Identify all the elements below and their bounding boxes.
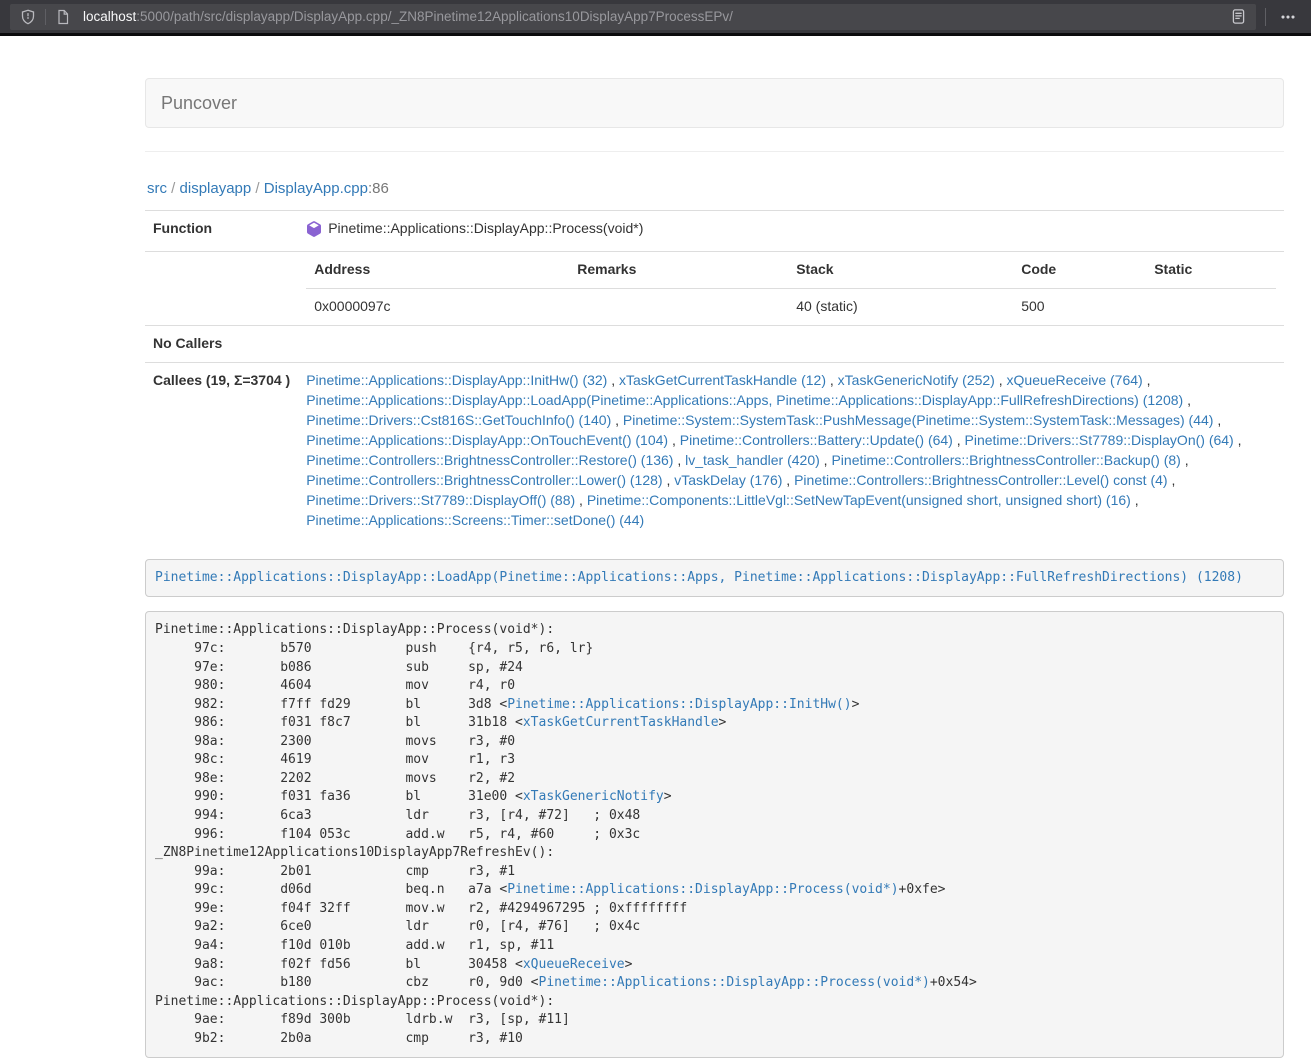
breadcrumb-separator: / [251, 180, 264, 197]
url-path: :5000/path/src/displayapp/DisplayApp.cpp… [136, 9, 733, 24]
brand-link[interactable]: Puncover [146, 93, 252, 113]
callee-link[interactable]: lv_task_handler (420) [685, 452, 820, 468]
breadcrumb-separator: / [167, 180, 180, 197]
stats-header-row: Address Remarks Stack Code Static [306, 252, 1276, 288]
static-value [1146, 288, 1276, 324]
callee-link[interactable]: xTaskGetCurrentTaskHandle (12) [619, 372, 826, 388]
callee-link[interactable]: Pinetime::Drivers::St7789::DisplayOff() … [306, 492, 575, 508]
asm-symbol-link[interactable]: xTaskGetCurrentTaskHandle [523, 715, 719, 730]
callee-link[interactable]: xQueueReceive (764) [1007, 372, 1143, 388]
table-row: No Callers [145, 325, 1284, 362]
url-text[interactable]: localhost:5000/path/src/displayapp/Displ… [83, 9, 1225, 24]
callees-cell: Pinetime::Applications::DisplayApp::Init… [298, 362, 1284, 538]
url-host: localhost [83, 9, 136, 24]
callee-link[interactable]: Pinetime::Controllers::BrightnessControl… [794, 472, 1167, 488]
col-code: Code [1013, 252, 1146, 288]
toolbar-divider [1265, 8, 1266, 26]
breadcrumb: src / displayapp / DisplayApp.cpp:86 [147, 180, 1284, 197]
col-remarks: Remarks [569, 252, 788, 288]
no-callers-label: No Callers [145, 325, 298, 362]
url-bar[interactable]: localhost:5000/path/src/displayapp/Displ… [10, 4, 1256, 30]
callee-link[interactable]: Pinetime::Applications::DisplayApp::OnTo… [306, 432, 668, 448]
navbar: Puncover [145, 78, 1284, 128]
callee-link[interactable]: Pinetime::Controllers::BrightnessControl… [306, 452, 673, 468]
overflow-menu-icon[interactable] [1275, 6, 1301, 28]
address-value: 0x0000097c [306, 288, 569, 324]
table-row: Function Pinetime::Applications::Display… [145, 211, 1284, 252]
assembly-listing: Pinetime::Applications::DisplayApp::Proc… [145, 611, 1284, 1058]
callee-link[interactable]: Pinetime::Drivers::Cst816S::GetTouchInfo… [306, 412, 611, 428]
callee-link[interactable]: xTaskGenericNotify (252) [838, 372, 995, 388]
reader-mode-icon[interactable] [1225, 6, 1251, 28]
asm-symbol-link[interactable]: xQueueReceive [523, 957, 625, 972]
callee-link[interactable]: Pinetime::Applications::DisplayApp::Load… [306, 392, 1183, 408]
page-info-icon[interactable] [50, 6, 76, 28]
col-address: Address [306, 252, 569, 288]
function-name: Pinetime::Applications::DisplayApp::Proc… [328, 219, 643, 239]
breadcrumb-link[interactable]: src [147, 180, 167, 197]
window-border [0, 33, 1311, 36]
code-value: 500 [1013, 288, 1146, 324]
shield-icon[interactable] [15, 6, 41, 28]
breadcrumb-link[interactable]: displayapp [180, 180, 252, 197]
table-row: Address Remarks Stack Code Static 0x0000… [145, 251, 1284, 325]
callee-link[interactable]: Pinetime::Components::LittleVgl::SetNewT… [587, 492, 1131, 508]
asm-symbol-link[interactable]: Pinetime::Applications::DisplayApp::Init… [507, 697, 851, 712]
remarks-value [569, 288, 788, 324]
callee-link[interactable]: Pinetime::Controllers::BrightnessControl… [306, 472, 662, 488]
function-label: Function [145, 211, 298, 252]
function-stats-table: Address Remarks Stack Code Static 0x0000… [306, 252, 1276, 325]
asm-symbol-link[interactable]: Pinetime::Applications::DisplayApp::Proc… [539, 975, 930, 990]
col-static: Static [1146, 252, 1276, 288]
callee-link[interactable]: Pinetime::Controllers::Battery::Update()… [680, 432, 953, 448]
col-stack: Stack [788, 252, 1013, 288]
selected-callee-box: Pinetime::Applications::DisplayApp::Load… [145, 559, 1284, 598]
browser-toolbar: localhost:5000/path/src/displayapp/Displ… [0, 0, 1311, 33]
callee-link[interactable]: Pinetime::Applications::DisplayApp::Init… [306, 372, 607, 388]
asm-symbol-link[interactable]: xTaskGenericNotify [523, 789, 664, 804]
callee-link[interactable]: Pinetime::System::SystemTask::PushMessag… [623, 412, 1214, 428]
table-row: Callees (19, Σ=3704 ) Pinetime::Applicat… [145, 362, 1284, 538]
breadcrumb-line-number: :86 [368, 180, 389, 197]
selected-callee-link[interactable]: Pinetime::Applications::DisplayApp::Load… [155, 570, 1243, 585]
callee-link[interactable]: Pinetime::Controllers::BrightnessControl… [831, 452, 1180, 468]
stack-value: 40 (static) [788, 288, 1013, 324]
function-detail-table: Function Pinetime::Applications::Display… [145, 210, 1284, 539]
callee-link[interactable]: Pinetime::Drivers::St7789::DisplayOn() (… [965, 432, 1234, 448]
page-container: Puncover src / displayapp / DisplayApp.c… [145, 78, 1284, 1058]
breadcrumb-link[interactable]: DisplayApp.cpp [264, 180, 368, 197]
symbol-cube-icon [306, 221, 322, 243]
stats-value-row: 0x0000097c 40 (static) 500 [306, 288, 1276, 324]
urlbar-divider [45, 9, 46, 25]
callee-link[interactable]: Pinetime::Applications::Screens::Timer::… [306, 512, 644, 528]
callees-label: Callees (19, Σ=3704 ) [145, 362, 298, 538]
callee-link[interactable]: vTaskDelay (176) [674, 472, 782, 488]
divider [145, 151, 1284, 152]
asm-symbol-link[interactable]: Pinetime::Applications::DisplayApp::Proc… [507, 882, 898, 897]
